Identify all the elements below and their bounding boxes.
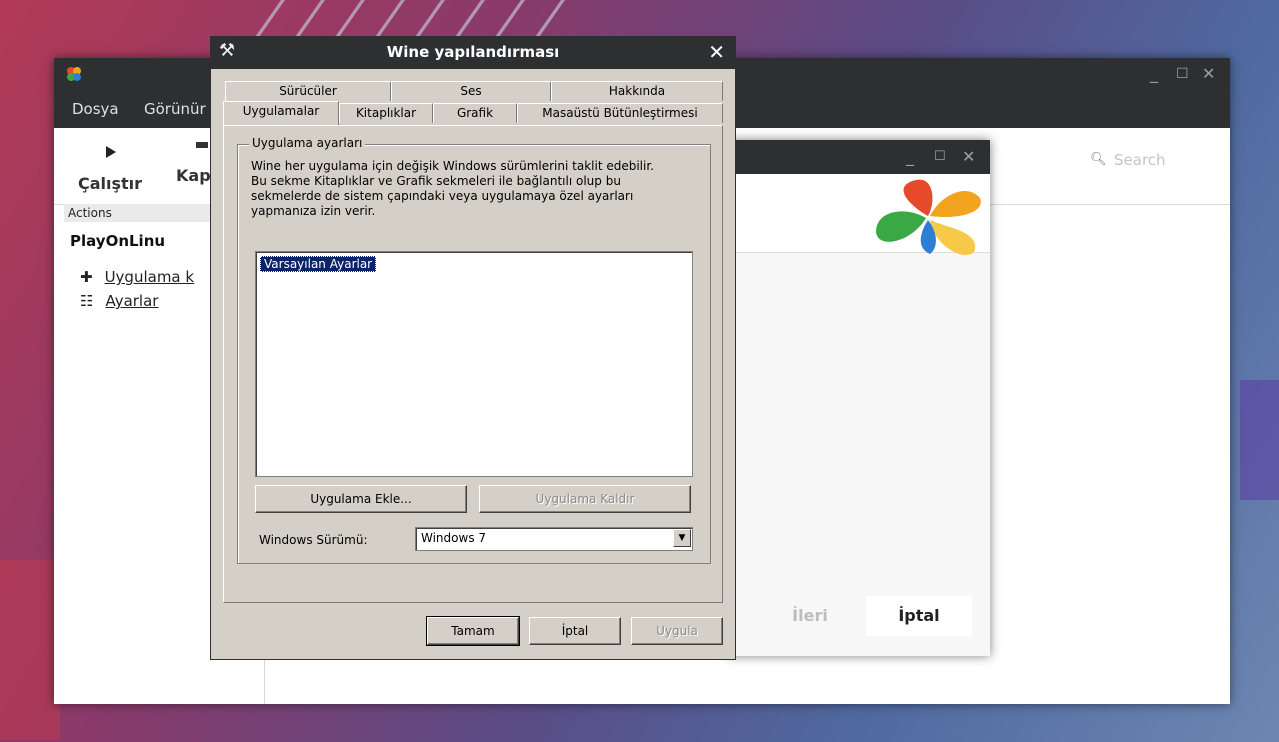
tab-uygulamalar[interactable]: Uygulamalar (223, 101, 339, 125)
wine-dialog-title: Wine yapılandırması (386, 43, 560, 61)
list-item[interactable]: Varsayılan Ayarlar (260, 256, 377, 272)
install-wizard-window: _ ☐ ✕ İleri İptal (728, 140, 990, 656)
minimize-icon[interactable]: _ (906, 147, 914, 166)
tab-suruculer[interactable]: Sürücüler (225, 81, 391, 101)
group-title: Uygulama ayarları (249, 136, 366, 150)
plus-icon: ✚ (80, 268, 93, 286)
apply-button[interactable]: Uygula (631, 617, 723, 645)
sidebar-title: PlayOnLinu (70, 232, 166, 250)
description-text: Wine her uygulama için değişik Windows s… (251, 159, 654, 218)
remove-application-button[interactable]: Uygulama Kaldır (479, 485, 691, 513)
cancel-button[interactable]: İptal (529, 617, 621, 645)
windows-version-value: Windows 7 (421, 531, 487, 545)
wizard-title-bar: _ ☐ ✕ (728, 140, 990, 174)
windows-version-label: Windows Sürümü: (259, 533, 368, 547)
application-list[interactable]: Varsayılan Ayarlar (255, 251, 693, 477)
maximize-icon[interactable]: ☐ (1176, 66, 1189, 82)
sidebar-item-settings[interactable]: ☷ Ayarlar (80, 292, 158, 310)
wine-config-dialog: ⚒ Wine yapılandırması ✕ Sürücüler Ses Ha… (210, 36, 736, 660)
next-button[interactable]: İleri (760, 596, 860, 636)
windows-version-select[interactable]: Windows 7 ▼ (415, 527, 693, 551)
close-icon[interactable]: ✕ (962, 147, 975, 166)
wine-title-bar: ⚒ Wine yapılandırması ✕ (211, 37, 735, 69)
sidebar-item-label: Uygulama k (104, 268, 195, 286)
list-settings-icon: ☷ (80, 292, 94, 310)
close-icon[interactable]: ✕ (1202, 64, 1215, 83)
maximize-icon[interactable]: ☐ (934, 149, 946, 164)
decor-shape (0, 560, 60, 740)
close-icon[interactable]: ✕ (708, 40, 725, 64)
decor-shape (1240, 380, 1279, 500)
playonlinux-logo-icon (876, 179, 981, 256)
wizard-cancel-button[interactable]: İptal (866, 596, 972, 636)
play-icon (106, 146, 116, 158)
tab-masaustu[interactable]: Masaüstü Bütünleştirmesi (517, 103, 723, 123)
stop-icon[interactable] (196, 142, 208, 148)
add-application-button[interactable]: Uygulama Ekle... (255, 485, 467, 513)
search-placeholder: Search (1114, 151, 1166, 169)
tab-grafik[interactable]: Grafik (433, 103, 517, 123)
ok-button[interactable]: Tamam (426, 616, 520, 646)
minimize-icon[interactable]: _ (1150, 64, 1158, 83)
run-label: Çalıştır (78, 174, 143, 193)
tab-kitapliklar[interactable]: Kitaplıklar (339, 103, 433, 123)
menu-gorunum[interactable]: Görünür (144, 100, 206, 118)
close-button-label[interactable]: Kap (176, 166, 211, 185)
tab-hakkinda[interactable]: Hakkında (551, 81, 723, 101)
run-button[interactable]: Çalıştır (74, 136, 144, 196)
sidebar-item-label: Ayarlar (105, 292, 159, 310)
search-input[interactable]: 🔍︎ Search (1080, 148, 1220, 174)
chevron-down-icon[interactable]: ▼ (673, 529, 691, 547)
search-icon: 🔍︎ (1090, 152, 1107, 167)
menu-dosya[interactable]: Dosya (72, 100, 119, 118)
playonlinux-logo-icon (67, 67, 81, 81)
tab-ses[interactable]: Ses (391, 81, 551, 101)
sidebar-item-install[interactable]: ✚ Uygulama k (80, 268, 194, 286)
